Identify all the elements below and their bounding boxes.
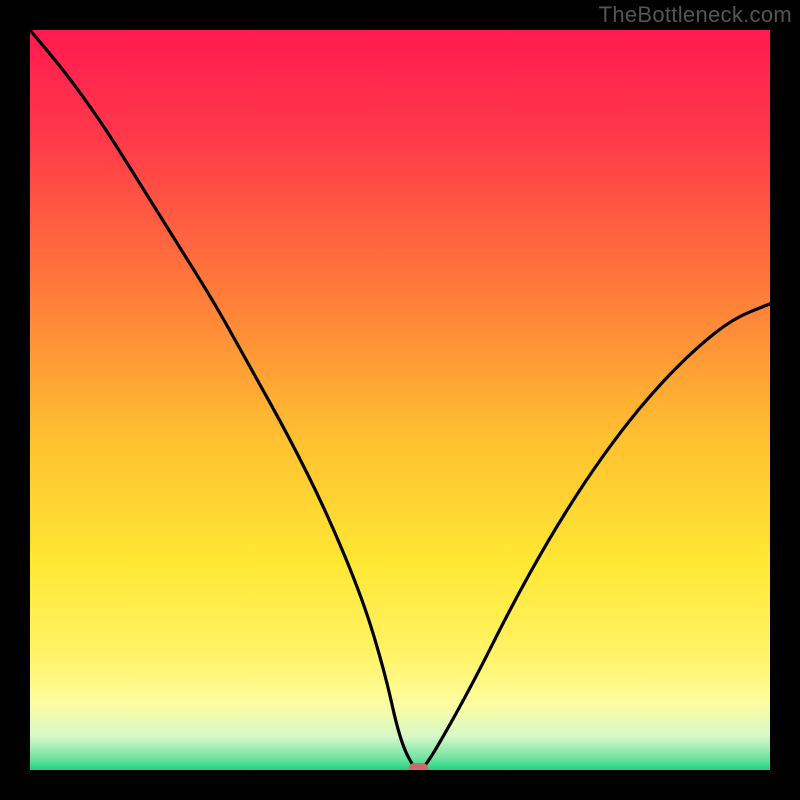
chart-frame: TheBottleneck.com — [0, 0, 800, 800]
gradient-background — [30, 30, 770, 770]
watermark-text: TheBottleneck.com — [599, 2, 792, 28]
optimal-point-marker — [409, 763, 429, 770]
bottleneck-curve-chart — [30, 30, 770, 770]
plot-area — [30, 30, 770, 770]
